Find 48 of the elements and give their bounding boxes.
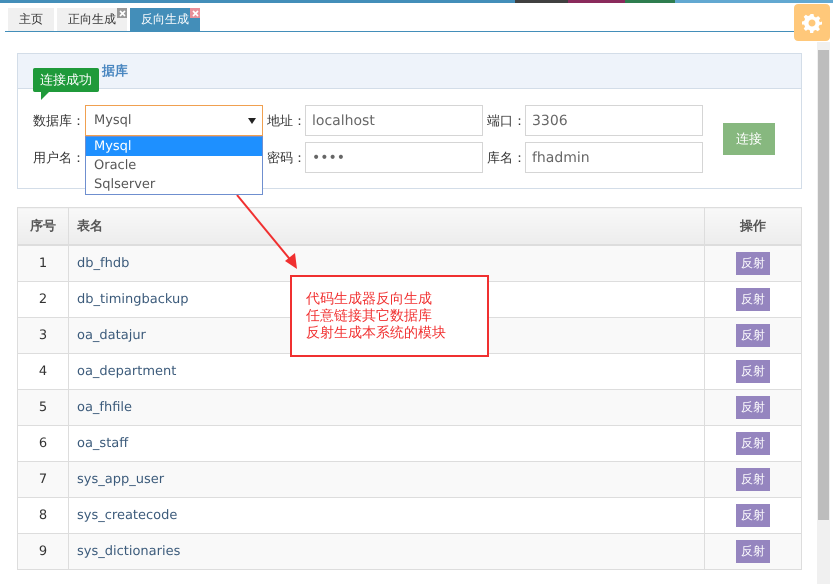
field-label: 端口：: [487, 112, 525, 130]
table-cell: oa_fhfile: [68, 390, 704, 426]
dropdown-option[interactable]: Oracle: [86, 156, 262, 175]
field-label: 用户名：: [33, 150, 85, 166]
table-cell: db_fhdb: [68, 245, 704, 282]
tab[interactable]: 反向生成: [130, 8, 200, 31]
close-icon[interactable]: [190, 8, 200, 18]
tab[interactable]: 主页: [8, 8, 54, 31]
connect-button[interactable]: 连接: [723, 123, 775, 155]
reflect-button[interactable]: 反射: [736, 432, 770, 455]
close-icon[interactable]: [117, 8, 127, 18]
scrollbar[interactable]: [817, 42, 830, 584]
reflect-button[interactable]: 反射: [736, 288, 770, 311]
panel-title: 据库: [102, 62, 128, 80]
field-label: 数据库：: [33, 112, 85, 130]
table-cell: 5: [18, 390, 68, 426]
tab[interactable]: 正向生成: [57, 8, 127, 31]
dropdown-option[interactable]: Mysql: [86, 137, 262, 156]
settings-icon[interactable]: [794, 4, 830, 41]
reflect-button[interactable]: 反射: [736, 540, 770, 563]
annotation-text: 反射生成本系统的模块: [305, 324, 447, 342]
table-cell: 3: [18, 318, 68, 354]
input-field[interactable]: ••••: [305, 142, 483, 173]
table-cell: sys_app_user: [68, 462, 704, 498]
reflect-button[interactable]: 反射: [736, 324, 770, 347]
table-cell: 7: [18, 462, 68, 498]
reflect-button[interactable]: 反射: [736, 396, 770, 419]
table-cell: 9: [18, 534, 68, 570]
table-cell: sys_dictionaries: [68, 534, 704, 570]
reflect-button[interactable]: 反射: [736, 360, 770, 383]
dropdown-option[interactable]: Sqlserver: [86, 175, 262, 194]
pointer-icon: [41, 92, 49, 100]
field-label: 库名：: [487, 150, 525, 166]
reflect-button[interactable]: 反射: [736, 468, 770, 491]
input-field[interactable]: localhost: [305, 105, 483, 136]
input-field[interactable]: 3306: [525, 105, 703, 136]
column-header: 序号: [18, 208, 68, 245]
reflect-button[interactable]: 反射: [736, 252, 770, 275]
field-label: 地址：: [267, 112, 305, 130]
caret-icon: [248, 118, 256, 124]
table-cell: 1: [18, 245, 68, 282]
annotation-text: 代码生成器反向生成: [305, 290, 433, 308]
column-header: 表名: [68, 208, 704, 245]
field-label: 密码：: [267, 150, 305, 166]
input-field[interactable]: fhadmin: [525, 142, 703, 173]
column-header: 操作: [704, 208, 802, 245]
reflect-button[interactable]: 反射: [736, 504, 770, 527]
database-select[interactable]: Mysql: [85, 105, 263, 136]
